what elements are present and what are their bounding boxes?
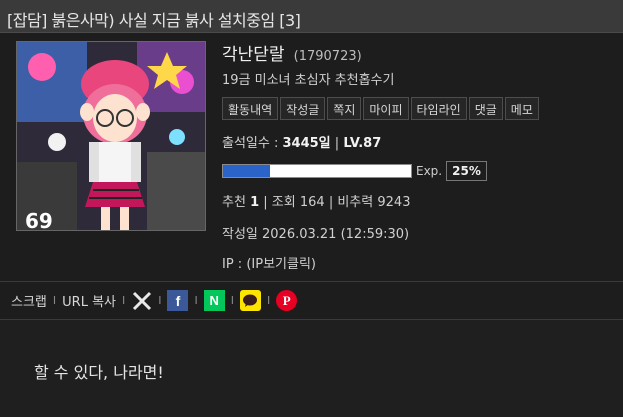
author-nickname[interactable]: 각난닫랄	[222, 45, 285, 65]
exp-label: Exp.	[416, 164, 443, 178]
menu-comments-button[interactable]: 댓글	[468, 97, 503, 120]
menu-timeline-button[interactable]: 타임라인	[410, 97, 467, 120]
post-title-bar: [잡담] 붉은사막) 사실 지금 붉사 설치중임 [3]	[0, 0, 623, 33]
menu-posts-button[interactable]: 작성글	[280, 97, 326, 120]
facebook-icon[interactable]: f	[167, 290, 189, 311]
menu-activity-button[interactable]: 활동내역	[222, 97, 279, 120]
views-count: 164	[299, 195, 325, 210]
share-separator: I	[230, 294, 234, 307]
share-separator: I	[266, 294, 271, 307]
menu-mypi-button[interactable]: 마이피	[363, 97, 409, 120]
x-icon[interactable]	[131, 290, 152, 311]
share-bar: 스크랩 I URL 복사 I I f I N I I P	[0, 281, 623, 320]
nonrec-count: 9243	[377, 195, 411, 210]
scrap-button[interactable]: 스크랩	[11, 291, 47, 310]
menu-message-button[interactable]: 쪽지	[327, 97, 362, 120]
stats-separator: |	[328, 195, 334, 210]
recommend-count: 1	[250, 195, 260, 210]
post-body-text: 할 수 있다, 나라면!	[34, 363, 164, 382]
exp-bar	[222, 164, 412, 178]
post-title: [잡담] 붉은사막) 사실 지금 붉사 설치중임 [3]	[7, 11, 301, 30]
attendance-label: 출석일수 :	[222, 136, 279, 151]
share-separator: I	[52, 294, 57, 307]
menu-memo-button[interactable]: 메모	[504, 97, 539, 120]
share-separator: I	[194, 294, 198, 307]
share-separator: I	[121, 294, 126, 307]
nickname-line: 각난닫랄 (1790723)	[222, 40, 612, 65]
author-info: 각난닫랄 (1790723) 19금 미소녀 초심자 추천홉수기 활동내역 작성…	[222, 40, 612, 272]
avatar[interactable]: 69	[16, 41, 206, 231]
post-date: 작성일 2026.03.21 (12:59:30)	[222, 227, 410, 242]
svg-text:69: 69	[25, 209, 53, 231]
nonrec-label: 비추력	[337, 195, 374, 210]
share-separator: I	[158, 294, 162, 307]
exp-bar-fill	[223, 165, 270, 177]
avatar-image: 69	[17, 42, 205, 231]
exp-percent: 25%	[446, 161, 487, 181]
pinterest-icon[interactable]: P	[276, 290, 298, 311]
stats-separator: |	[263, 195, 268, 210]
author-uid: (1790723)	[293, 49, 362, 64]
post-stats: 추천 1 | 조회 164 | 비추력 9243	[222, 191, 612, 210]
post-content: 할 수 있다, 나라면!	[0, 320, 623, 417]
author-panel: 69 각난닫랄 (1790723) 19금 미소녀 초심자 추천홉수기 활동내역…	[0, 33, 623, 281]
recommend-label: 추천	[222, 195, 246, 210]
attendance-line: 출석일수 : 3445일 | LV.87	[222, 132, 612, 151]
attendance-separator: |	[334, 136, 340, 151]
views-label: 조회	[271, 195, 296, 210]
author-level: LV.87	[343, 136, 382, 151]
naver-icon[interactable]: N	[203, 290, 225, 311]
url-copy-button[interactable]: URL 복사	[62, 291, 116, 310]
kakao-icon[interactable]	[239, 290, 261, 311]
ip-link[interactable]: IP : (IP보기클릭)	[222, 253, 612, 272]
attendance-days: 3445일	[282, 136, 331, 151]
author-motto: 19금 미소녀 초심자 추천홉수기	[222, 73, 395, 88]
author-menu: 활동내역 작성글 쪽지 마이피 타임라인 댓글 메모	[222, 97, 612, 120]
exp-row: Exp. 25%	[222, 160, 612, 182]
